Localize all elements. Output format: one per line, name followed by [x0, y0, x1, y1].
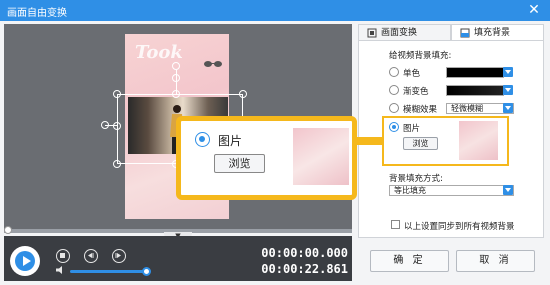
blur-dropdown-arrow[interactable] — [503, 103, 513, 113]
callout-image-thumbnail — [293, 128, 349, 185]
seek-thumb[interactable] — [4, 226, 12, 234]
resize-handle-left[interactable] — [113, 122, 121, 130]
resize-handle-top-left[interactable] — [113, 90, 121, 98]
sunglasses-icon — [204, 61, 222, 67]
callout-connector — [354, 137, 384, 145]
solid-color-dropdown[interactable] — [503, 67, 513, 77]
ok-button[interactable]: 确 定 — [370, 250, 449, 272]
stop-icon — [60, 253, 65, 258]
callout-browse-button[interactable]: 浏览 — [214, 154, 265, 173]
play-icon — [23, 256, 31, 266]
callout-image-label: 图片 — [218, 134, 243, 148]
play-button[interactable] — [10, 246, 40, 276]
step-forward-icon — [115, 253, 121, 258]
volume-thumb[interactable] — [142, 267, 151, 276]
label-gradient: 渐变色 — [403, 87, 429, 97]
resize-handle-bottom-left[interactable] — [113, 160, 121, 168]
transform-icon — [367, 28, 377, 38]
volume-slider[interactable] — [70, 270, 146, 273]
cancel-button[interactable]: 取 消 — [456, 250, 535, 272]
total-time: 00:00:22.861 — [261, 262, 348, 276]
tab-fill-background-label: 填充背景 — [474, 28, 511, 38]
fill-mode-title: 背景填充方式: — [389, 174, 443, 184]
fill-mode-dropdown-arrow[interactable] — [503, 185, 513, 195]
tab-fill-background[interactable]: 填充背景 — [451, 24, 544, 41]
sync-checkbox[interactable] — [391, 220, 400, 229]
stop-button[interactable] — [56, 249, 70, 263]
rotate-handle-inner[interactable] — [172, 74, 180, 82]
close-icon[interactable]: ✕ — [524, 2, 544, 18]
resize-handle-top-right[interactable] — [239, 90, 247, 98]
zoom-callout: 图片 浏览 — [176, 116, 357, 200]
tab-bar: 画面变换 填充背景 — [358, 24, 544, 41]
fill-mode-select[interactable]: 等比填充 — [389, 185, 514, 196]
window-title: 画面自由变换 — [7, 8, 67, 19]
volume-icon[interactable] — [56, 266, 66, 274]
solid-color-swatch[interactable] — [446, 67, 504, 78]
title-bar: 画面自由变换 ✕ — [0, 0, 550, 21]
radio-image[interactable] — [389, 122, 399, 132]
section-title: 给视频背景填充: — [389, 51, 452, 61]
gradient-swatch[interactable] — [446, 85, 504, 96]
label-solid-color: 单色 — [403, 69, 421, 79]
prev-frame-button[interactable] — [84, 249, 98, 263]
dialog-window: 画面自由变换 ✕ Took ▼ — [0, 0, 550, 285]
next-frame-button[interactable] — [112, 249, 126, 263]
current-time: 00:00:00.000 — [261, 246, 348, 260]
sync-label: 以上设置同步到所有视频背景 — [404, 222, 515, 232]
step-back-icon — [88, 253, 94, 258]
rotate-handle[interactable] — [172, 62, 180, 70]
background-image-thumbnail[interactable] — [459, 121, 498, 160]
label-blur: 模糊效果 — [403, 105, 438, 115]
move-handle[interactable] — [101, 121, 109, 129]
tab-transform-label: 画面变换 — [381, 28, 418, 38]
radio-blur[interactable] — [389, 103, 399, 113]
fill-background-icon — [460, 28, 470, 38]
blur-select-value: 轻微模糊 — [451, 104, 483, 113]
label-image: 图片 — [403, 124, 421, 134]
browse-button-small[interactable]: 浏览 — [403, 137, 438, 150]
radio-gradient[interactable] — [389, 85, 399, 95]
radio-solid-color[interactable] — [389, 67, 399, 77]
resize-handle-top[interactable] — [172, 90, 180, 98]
callout-radio-image[interactable] — [195, 132, 210, 147]
gradient-dropdown[interactable] — [503, 85, 513, 95]
poster-text: Took — [135, 42, 183, 63]
fill-mode-value: 等比填充 — [394, 186, 426, 195]
tab-transform[interactable]: 画面变换 — [358, 24, 451, 41]
